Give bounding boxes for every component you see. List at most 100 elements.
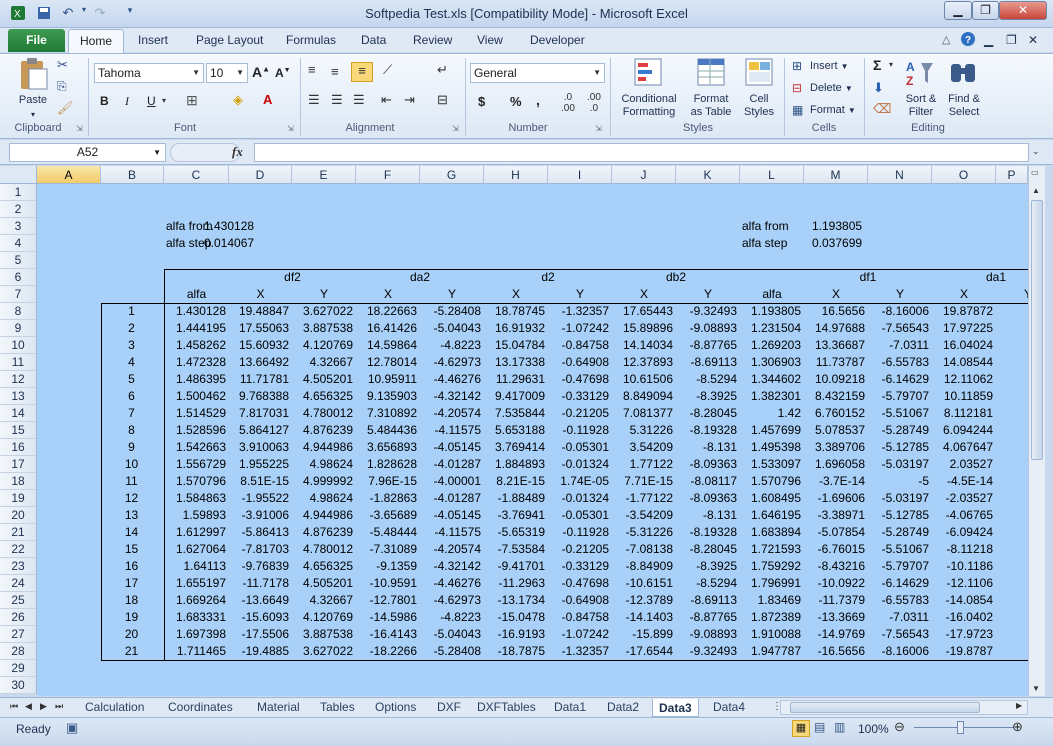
table-cell[interactable]: 4.120769 (293, 337, 353, 354)
table-cell[interactable]: 9 (102, 439, 161, 456)
worksheet-grid[interactable]: alfa from 1.430128 alfa step 0.014067 alfa f… (37, 184, 1028, 696)
table-cell[interactable]: 17 (102, 575, 161, 592)
table-cell[interactable]: -19.8787 (933, 643, 993, 660)
table-cell[interactable]: -8.131 (677, 439, 737, 456)
row-header-12[interactable]: 12 (0, 371, 37, 388)
cell-alfa-step-value-2[interactable]: 0.037699 (812, 235, 871, 252)
table-cell[interactable]: 13.66492 (230, 354, 289, 371)
table-cell[interactable]: 1.42 (741, 405, 801, 422)
insert-cells-button[interactable]: Insert ▼ (810, 60, 849, 73)
table-cell[interactable]: 1.444195 (165, 320, 226, 337)
row-header-27[interactable]: 27 (0, 626, 37, 643)
table-cell[interactable]: -0.11928 (549, 524, 609, 541)
comma-button[interactable]: , (536, 92, 540, 108)
row-header-5[interactable]: 5 (0, 252, 37, 269)
table-cell[interactable]: 7.310892 (357, 405, 417, 422)
table-cell[interactable]: -16.5656 (805, 643, 865, 660)
table-cell[interactable]: -0.33129 (549, 558, 609, 575)
page-break-view-icon[interactable]: ▥ (834, 720, 845, 734)
table-cell[interactable]: -2.03527 (933, 490, 993, 507)
row-header-7[interactable]: 7 (0, 286, 37, 303)
file-tab[interactable]: File (8, 29, 65, 52)
row-header-21[interactable]: 21 (0, 524, 37, 541)
table-cell[interactable]: -1.95522 (230, 490, 289, 507)
table-cell[interactable]: -8.69113 (677, 354, 737, 371)
align-bottom-icon[interactable]: ≡ (351, 62, 373, 82)
first-sheet-icon[interactable]: ⏮ (10, 701, 18, 712)
clear-icon[interactable]: ⌫ (873, 101, 891, 117)
table-cell[interactable]: -5.51067 (869, 541, 929, 558)
column-header-d[interactable]: D (229, 166, 292, 184)
group-header-1[interactable]: da2 (356, 269, 484, 286)
insert-cells-icon[interactable]: ⊞ (792, 59, 802, 73)
table-cell[interactable]: -0.33129 (549, 388, 609, 405)
subheader-5[interactable]: X (484, 286, 548, 303)
table-cell[interactable]: 1.683331 (165, 609, 226, 626)
table-cell[interactable]: 19.87872 (933, 303, 993, 320)
table-cell[interactable]: 7.535844 (485, 405, 545, 422)
table-cell[interactable]: 18 (102, 592, 161, 609)
tab-home[interactable]: Home (68, 29, 124, 54)
copy-icon[interactable]: ⎘ (57, 79, 67, 94)
table-cell[interactable]: 17.97225 (933, 320, 993, 337)
close-button[interactable]: ✕ (999, 1, 1047, 20)
table-cell[interactable]: -0.64908 (549, 592, 609, 609)
table-cell[interactable]: 6.760152 (805, 405, 865, 422)
row-header-11[interactable]: 11 (0, 354, 37, 371)
underline-button[interactable]: U (147, 94, 156, 108)
table-cell[interactable]: 1.542663 (165, 439, 226, 456)
scroll-right-icon[interactable]: ▶ (1016, 701, 1022, 710)
tab-view[interactable]: View (477, 33, 503, 47)
table-cell[interactable]: 12 (102, 490, 161, 507)
table-cell[interactable]: 15.04784 (485, 337, 545, 354)
table-cell[interactable]: -4.01287 (421, 456, 481, 473)
table-cell[interactable]: -9.41701 (485, 558, 545, 575)
table-cell[interactable]: -9.32493 (677, 303, 737, 320)
table-cell[interactable]: 4.505201 (293, 575, 353, 592)
table-cell[interactable]: -6.55783 (869, 354, 929, 371)
table-cell[interactable]: 1.56 (997, 337, 1028, 354)
table-cell[interactable]: 8.112181 (933, 405, 993, 422)
table-cell[interactable]: 1.486395 (165, 371, 226, 388)
table-cell[interactable]: -12.1106 (933, 575, 993, 592)
zoom-slider-thumb[interactable] (957, 721, 964, 734)
tab-data[interactable]: Data (361, 33, 386, 47)
table-cell[interactable]: 18.78745 (485, 303, 545, 320)
table-cell[interactable]: -4.05145 (421, 507, 481, 524)
column-header-c[interactable]: C (164, 166, 229, 184)
formula-input[interactable] (254, 143, 1029, 162)
table-cell[interactable]: -10.0922 (805, 575, 865, 592)
table-cell[interactable]: 6.094244 (933, 422, 993, 439)
table-cell[interactable]: -1.32357 (549, 643, 609, 660)
cell-styles-icon[interactable] (744, 57, 774, 92)
table-cell[interactable]: -9.08893 (677, 626, 737, 643)
table-cell[interactable]: 5.078537 (805, 422, 865, 439)
table-cell[interactable]: -6.55783 (869, 592, 929, 609)
increase-indent-icon[interactable]: ⇥ (404, 92, 415, 108)
column-header-a[interactable]: A (37, 166, 101, 184)
table-cell[interactable]: 1.231504 (741, 320, 801, 337)
table-cell[interactable]: -4.01287 (421, 490, 481, 507)
align-right-icon[interactable]: ☰ (353, 92, 365, 108)
table-cell[interactable]: 3.38 (997, 541, 1028, 558)
subheader-3[interactable]: X (356, 286, 420, 303)
table-cell[interactable]: 9.417009 (485, 388, 545, 405)
table-cell[interactable]: 11.73787 (805, 354, 865, 371)
table-cell[interactable]: 3.65 (997, 524, 1028, 541)
table-cell[interactable]: 3.04 (997, 558, 1028, 575)
table-cell[interactable]: 20 (102, 626, 161, 643)
underline-dropdown-icon[interactable]: ▾ (162, 96, 166, 105)
table-cell[interactable]: 1.884893 (485, 456, 545, 473)
table-cell[interactable]: 1.83469 (741, 592, 801, 609)
table-cell[interactable]: 4.505201 (293, 371, 353, 388)
table-cell[interactable]: 1.430128 (165, 303, 226, 320)
table-cell[interactable]: 2.13 (997, 592, 1028, 609)
table-cell[interactable]: 7.96E-15 (357, 473, 417, 490)
table-cell[interactable]: 4.32667 (293, 354, 353, 371)
sheet-tab-data3[interactable]: Data3 (652, 699, 699, 717)
column-header-b[interactable]: B (101, 166, 164, 184)
decrease-decimal-icon[interactable]: .00.0 (587, 92, 601, 114)
column-header-g[interactable]: G (420, 166, 484, 184)
table-cell[interactable]: 5.484436 (357, 422, 417, 439)
table-cell[interactable]: -0.11928 (549, 422, 609, 439)
